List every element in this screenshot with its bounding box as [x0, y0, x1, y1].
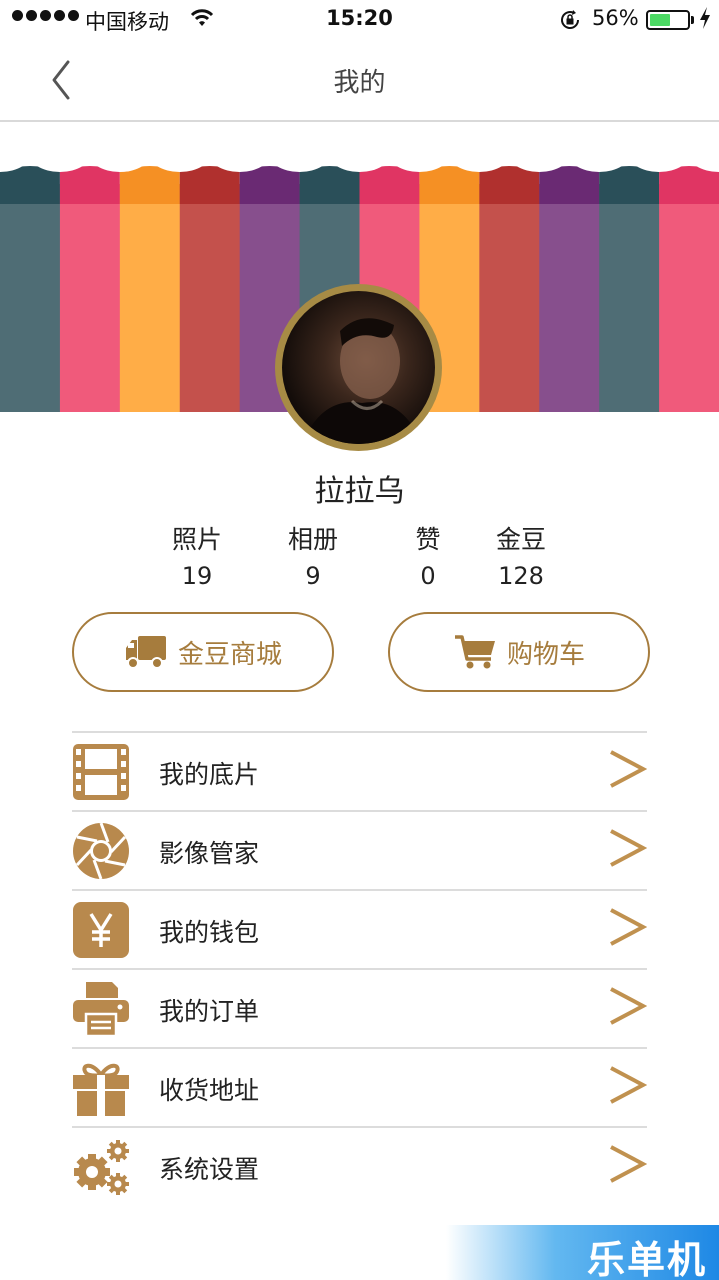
cart-label: 购物车 — [506, 639, 585, 670]
awning-stripe — [599, 184, 660, 412]
stat-likes[interactable]: 赞 0 — [378, 520, 478, 590]
gold-mall-button[interactable]: 金豆商城 — [72, 612, 334, 692]
cart-button[interactable]: 购物车 — [388, 612, 650, 692]
cart-icon — [454, 635, 495, 669]
awning-stripe — [0, 184, 61, 412]
awning-valance — [179, 166, 240, 204]
awning-valance — [119, 166, 180, 204]
awning-scallop — [0, 132, 32, 172]
menu-item-my-orders[interactable]: 我的订单 — [72, 968, 647, 1047]
rotation-lock-icon — [558, 8, 582, 37]
battery-icon — [646, 10, 690, 30]
awning-scallop — [267, 132, 332, 172]
aperture-icon — [73, 822, 129, 880]
chevron-right-icon — [610, 1145, 647, 1183]
stat-value: 19 — [181, 562, 213, 590]
printer-icon — [73, 982, 129, 1038]
stat-value: 9 — [305, 562, 321, 590]
yen-icon — [73, 902, 129, 958]
stat-photos[interactable]: 照片 19 — [147, 520, 247, 590]
stat-value: 0 — [420, 562, 436, 590]
chevron-right-icon — [610, 1066, 647, 1104]
stat-gold-beans[interactable]: 金豆 128 — [471, 520, 571, 590]
menu-item-image-manager[interactable]: 影像管家 — [72, 810, 647, 889]
watermark-logo: 乐单机 — [446, 1225, 719, 1280]
awning-valance — [659, 166, 719, 204]
menu-item-label: 影像管家 — [159, 839, 260, 868]
chevron-right-icon — [610, 908, 647, 946]
awning-stripe — [539, 184, 600, 412]
awning-stripe — [479, 184, 540, 412]
nav-bar: 我的 — [0, 40, 719, 122]
stat-label: 照片 — [171, 525, 222, 554]
awning-valance — [479, 166, 540, 204]
chevron-right-icon — [610, 987, 647, 1025]
awning-valance — [539, 166, 600, 204]
profile-stats: 照片 19 相册 9 赞 0 金豆 128 — [0, 520, 719, 590]
awning-valance — [59, 166, 120, 204]
status-bar: 中国移动 15:20 56% — [0, 0, 719, 40]
awning-scallop — [507, 132, 572, 172]
avatar-photo — [282, 291, 435, 444]
awning-valance — [299, 166, 360, 204]
menu-item-label: 我的订单 — [159, 997, 260, 1026]
awning-scallop — [387, 132, 452, 172]
awning-valance — [0, 166, 60, 204]
username: 拉拉乌 — [314, 474, 405, 509]
menu-item-label: 收货地址 — [159, 1076, 260, 1105]
menu-item-system-settings[interactable]: 系统设置 — [72, 1126, 647, 1205]
awning-scallop — [147, 132, 212, 172]
awning-scallop — [327, 132, 392, 172]
awning-stripe — [179, 184, 241, 412]
truck-icon — [125, 636, 166, 669]
awning-stripe — [659, 184, 719, 412]
menu-list: 我的底片 影像管家 我的钱包 我的订单 收货地址 系统设置 — [72, 731, 647, 1205]
awning-scallop — [687, 132, 719, 172]
film-icon — [73, 744, 129, 800]
awning-scallop — [447, 132, 512, 172]
awning-scallop — [87, 132, 152, 172]
menu-item-shipping-address[interactable]: 收货地址 — [72, 1047, 647, 1126]
awning-valance — [359, 166, 420, 204]
battery-tip — [691, 16, 694, 24]
watermark-text: 乐单机 — [586, 1238, 707, 1280]
awning-scallop — [627, 132, 692, 172]
awning-stripe — [59, 184, 121, 412]
gift-icon — [73, 1063, 129, 1116]
stat-albums[interactable]: 相册 9 — [263, 520, 363, 590]
awning-stripe — [119, 184, 181, 412]
stat-label: 金豆 — [495, 525, 546, 554]
menu-item-my-negatives[interactable]: 我的底片 — [72, 731, 647, 810]
awning-scallop — [567, 132, 632, 172]
chevron-right-icon — [610, 750, 647, 788]
gold-mall-label: 金豆商城 — [177, 639, 282, 670]
stat-value: 128 — [498, 562, 544, 590]
awning-scallop — [207, 132, 272, 172]
charging-icon — [698, 6, 712, 35]
menu-item-my-wallet[interactable]: 我的钱包 — [72, 889, 647, 968]
stat-label: 相册 — [287, 525, 338, 554]
page-title: 我的 — [333, 68, 386, 98]
gears-icon — [74, 1140, 129, 1195]
battery-percent: 56% — [592, 6, 639, 30]
menu-item-label: 系统设置 — [159, 1155, 260, 1184]
awning-scallop — [27, 132, 92, 172]
awning-valance — [599, 166, 660, 204]
awning-valance — [419, 166, 480, 204]
stat-label: 赞 — [415, 525, 441, 554]
awning-valance — [239, 166, 300, 204]
menu-item-label: 我的钱包 — [159, 918, 260, 947]
menu-item-label: 我的底片 — [159, 760, 260, 789]
avatar[interactable] — [275, 284, 442, 451]
chevron-right-icon — [610, 829, 647, 867]
